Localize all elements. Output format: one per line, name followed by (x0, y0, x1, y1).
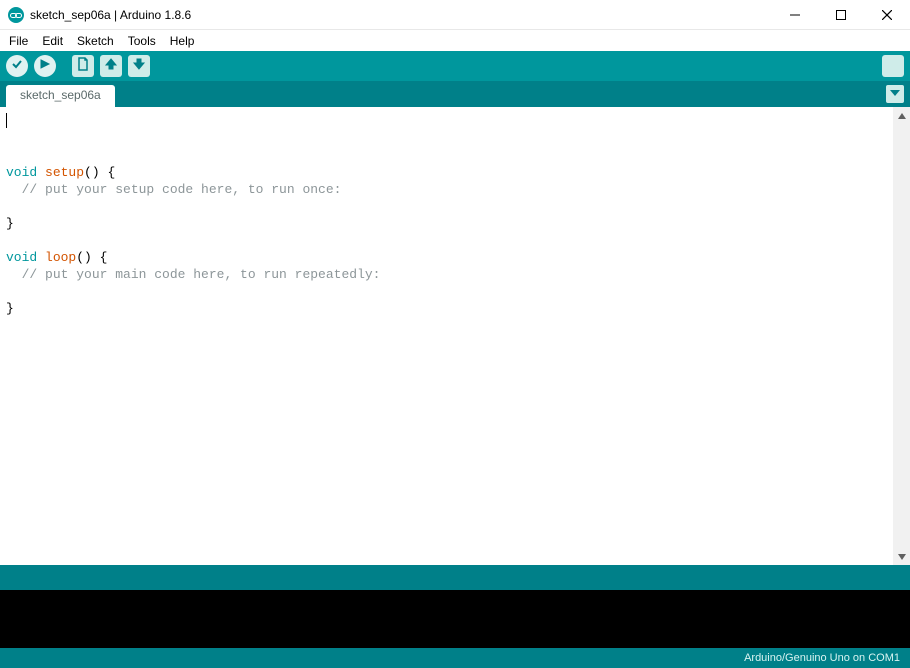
window-close-button[interactable] (864, 0, 910, 30)
new-sketch-button[interactable] (72, 55, 94, 77)
menu-sketch[interactable]: Sketch (70, 32, 121, 50)
code-line: // put your setup code here, to run once… (6, 181, 887, 198)
menu-edit[interactable]: Edit (35, 32, 70, 50)
arrow-right-icon (38, 57, 52, 76)
menu-tools[interactable]: Tools (121, 32, 163, 50)
save-sketch-button[interactable] (128, 55, 150, 77)
file-icon (76, 57, 90, 76)
scroll-up-arrow-icon[interactable] (893, 107, 910, 124)
verify-button[interactable] (6, 55, 28, 77)
window-minimize-button[interactable] (772, 0, 818, 30)
scrollbar-track[interactable] (893, 124, 910, 548)
code-line: } (6, 300, 887, 317)
board-port-status: Arduino/Genuino Uno on COM1 (744, 652, 900, 664)
footer-bar: Arduino/Genuino Uno on COM1 (0, 648, 910, 668)
tab-strip: sketch_sep06a (0, 81, 910, 107)
vertical-scrollbar[interactable] (893, 107, 910, 565)
text-cursor (6, 113, 7, 128)
arrow-up-icon (104, 57, 118, 76)
open-sketch-button[interactable] (100, 55, 122, 77)
output-console[interactable] (0, 590, 910, 648)
tab-menu-button[interactable] (886, 85, 904, 103)
menu-help[interactable]: Help (163, 32, 202, 50)
code-line (6, 283, 887, 300)
toolbar (0, 51, 910, 81)
scroll-down-arrow-icon[interactable] (893, 548, 910, 565)
code-editor-area: void setup() { // put your setup code he… (0, 107, 910, 565)
code-editor[interactable]: void setup() { // put your setup code he… (0, 107, 893, 565)
upload-button[interactable] (34, 55, 56, 77)
code-line: // put your main code here, to run repea… (6, 266, 887, 283)
menu-file[interactable]: File (2, 32, 35, 50)
check-icon (10, 57, 24, 76)
code-line: } (6, 215, 887, 232)
compile-status-bar (0, 565, 910, 590)
window-titlebar: sketch_sep06a | Arduino 1.8.6 (0, 0, 910, 30)
menubar: File Edit Sketch Tools Help (0, 30, 910, 51)
serial-monitor-button[interactable] (882, 55, 904, 77)
sketch-tab[interactable]: sketch_sep06a (6, 85, 115, 107)
arrow-down-icon (132, 57, 146, 76)
window-title: sketch_sep06a | Arduino 1.8.6 (30, 8, 191, 22)
code-line (6, 232, 887, 249)
code-line: void setup() { (6, 164, 887, 181)
code-line: void loop() { (6, 249, 887, 266)
arduino-app-icon (8, 7, 24, 23)
chevron-down-icon (890, 85, 900, 103)
window-maximize-button[interactable] (818, 0, 864, 30)
code-line (6, 198, 887, 215)
window-controls (772, 0, 910, 30)
